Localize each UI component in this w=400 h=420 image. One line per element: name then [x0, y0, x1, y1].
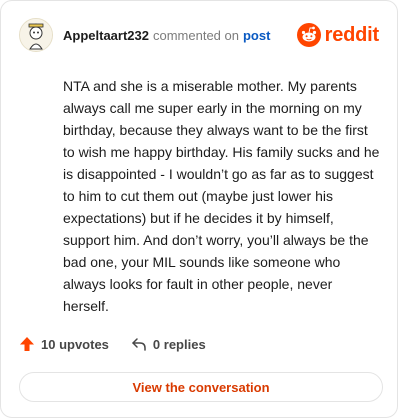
replies-button[interactable]: 0 replies: [131, 336, 206, 352]
snoo-avatar-icon: [20, 19, 52, 51]
comment-actions: 10 upvotes 0 replies: [19, 336, 206, 352]
user-avatar[interactable]: [19, 18, 53, 52]
comment-header: Appeltaart232 commented on post reddit: [19, 15, 379, 55]
upvote-count: 10 upvotes: [41, 336, 109, 352]
reddit-wordmark: reddit: [324, 23, 380, 46]
reddit-logo-icon: [296, 23, 321, 47]
post-link[interactable]: post: [243, 28, 270, 43]
reddit-brand[interactable]: reddit: [296, 23, 380, 47]
upvote-button[interactable]: 10 upvotes: [19, 336, 109, 352]
comment-meta: Appeltaart232 commented on post: [63, 28, 270, 43]
reply-count: 0 replies: [152, 336, 206, 352]
commented-on-text: commented on: [152, 27, 239, 43]
username[interactable]: Appeltaart232: [63, 28, 149, 43]
upvote-arrow-icon: [20, 337, 34, 351]
comment-embed-card: Appeltaart232 commented on post reddit N…: [0, 0, 398, 418]
reply-arrow-icon: [132, 338, 146, 351]
view-conversation-button[interactable]: View the conversation: [19, 372, 383, 402]
comment-body: NTA and she is a miserable mother. My pa…: [63, 78, 380, 314]
